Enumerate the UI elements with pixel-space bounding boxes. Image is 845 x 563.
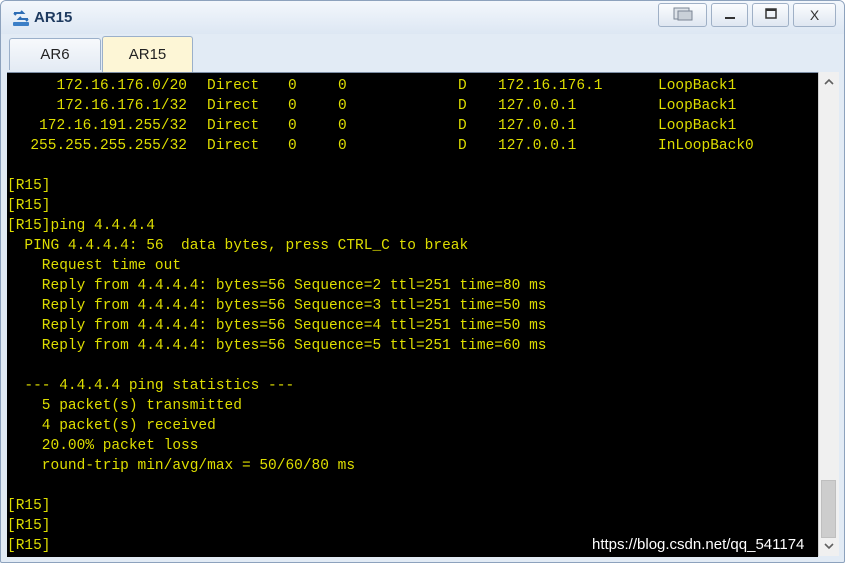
title-bar[interactable]: AR15 X <box>1 1 844 34</box>
chevron-up-icon <box>824 78 834 89</box>
prompt-line: [R15] <box>7 178 51 194</box>
ping-stats-line: 20.00% packet loss <box>7 438 199 454</box>
ping-stats-line: 4 packet(s) received <box>7 418 216 434</box>
router-network-icon <box>11 8 31 28</box>
maximize-button[interactable] <box>752 3 789 27</box>
prompt-line: [R15] <box>7 498 51 514</box>
prompt-line: [R15] <box>7 518 51 534</box>
tab-label: AR15 <box>128 46 167 63</box>
command-line: [R15]ping 4.4.4.4 <box>7 218 155 234</box>
tab-ar6[interactable]: AR6 <box>9 38 101 70</box>
tab-strip: AR6 AR15 <box>1 34 844 72</box>
scrollbar-thumb[interactable] <box>821 480 836 538</box>
console-window: AR15 X AR6 AR15 172.16.176.0/20 Direct 0… <box>0 0 845 563</box>
ping-reply-line: Request time out <box>7 258 182 274</box>
minimize-button[interactable] <box>711 3 748 27</box>
ping-stats-line: 5 packet(s) transmitted <box>7 398 242 414</box>
ping-reply-line: Reply from 4.4.4.4: bytes=56 Sequence=5 … <box>7 338 547 354</box>
restore-console-icon <box>672 6 694 25</box>
prompt-line: [R15] <box>7 538 51 554</box>
scroll-up-button[interactable] <box>819 74 839 92</box>
ping-header-line: PING 4.4.4.4: 56 data bytes, press CTRL_… <box>7 238 469 254</box>
ping-stats-header: --- 4.4.4.4 ping statistics --- <box>7 378 295 394</box>
restore-console-button[interactable] <box>658 3 707 27</box>
window-title: AR15 <box>34 9 73 26</box>
ping-reply-line: Reply from 4.4.4.4: bytes=56 Sequence=3 … <box>7 298 547 314</box>
close-button[interactable]: X <box>793 3 836 27</box>
ping-reply-line: Reply from 4.4.4.4: bytes=56 Sequence=4 … <box>7 318 547 334</box>
ping-stats-line: round-trip min/avg/max = 50/60/80 ms <box>7 458 356 474</box>
tab-label: AR6 <box>40 46 70 63</box>
prompt-line: [R15] <box>7 198 51 214</box>
close-icon: X <box>809 7 820 23</box>
minimize-icon <box>723 7 737 24</box>
maximize-icon <box>764 7 778 24</box>
ping-reply-line: Reply from 4.4.4.4: bytes=56 Sequence=2 … <box>7 278 547 294</box>
vertical-scrollbar[interactable] <box>818 72 839 556</box>
chevron-down-icon <box>824 542 834 553</box>
scroll-down-button[interactable] <box>819 538 839 556</box>
terminal-output[interactable]: 172.16.176.0/20 Direct 0 0 D 172.16.176.1 Loop… <box>7 72 818 557</box>
tab-ar15[interactable]: AR15 <box>102 36 193 72</box>
watermark-url: https://blog.csdn.net/qq_541174 <box>592 536 805 553</box>
